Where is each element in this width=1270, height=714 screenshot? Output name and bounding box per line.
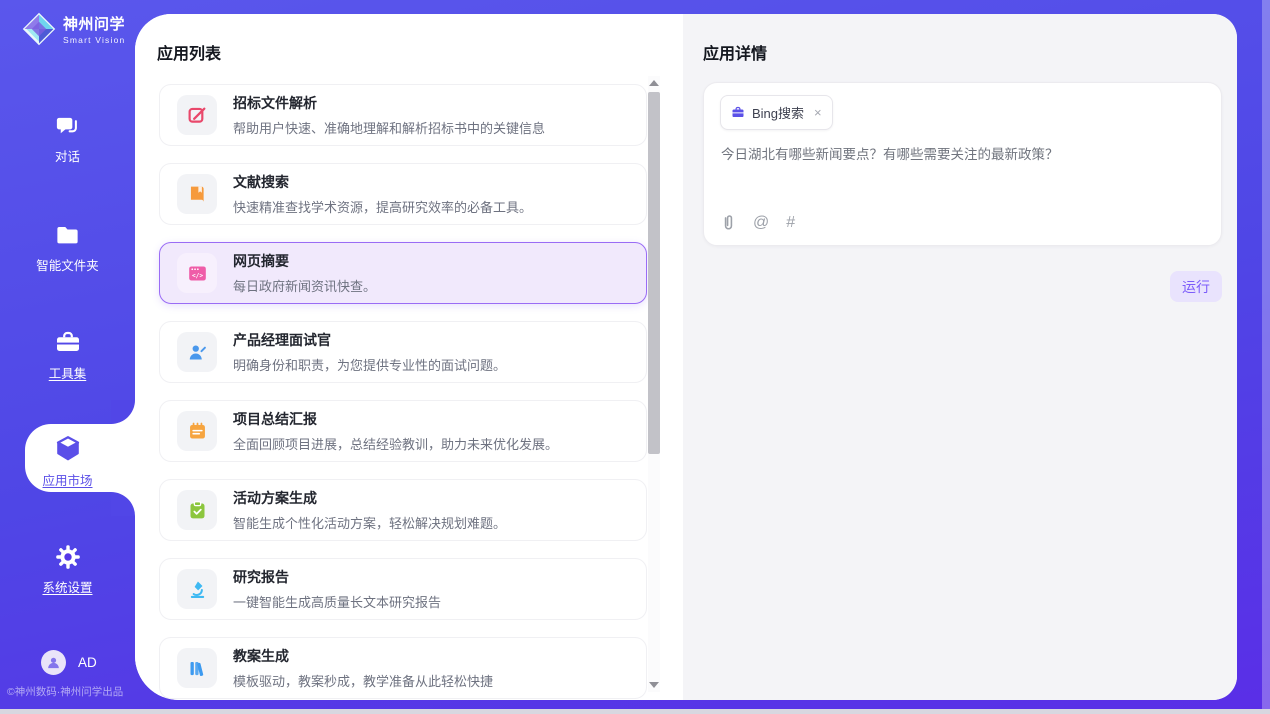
sidebar-item-label: 应用市场: [42, 470, 92, 489]
sidebar-item-app-market[interactable]: 应用市场: [0, 434, 135, 489]
edit-document-icon: [177, 95, 217, 135]
app-name: 教案生成: [233, 646, 493, 666]
app-card-research-report[interactable]: 研究报告 一键智能生成高质量长文本研究报告: [159, 558, 647, 620]
cube-icon: [53, 434, 83, 464]
page-vertical-scrollbar[interactable]: [1262, 0, 1270, 714]
app-card-event-plan[interactable]: 活动方案生成 智能生成个性化活动方案，轻松解决规划难题。: [159, 479, 647, 541]
brand-name: 神州问学: [63, 13, 125, 34]
query-input-card[interactable]: Bing搜索 × 今日湖北有哪些新闻要点？有哪些需要关注的最新政策？ @ #: [703, 82, 1222, 246]
app-desc: 帮助用户快速、准确地理解和解析招标书中的关键信息: [233, 118, 545, 137]
tool-tag-label: Bing搜索: [752, 103, 804, 122]
bubble-curve-bottom: [111, 492, 135, 516]
folder-icon: [54, 222, 81, 249]
app-card-project-summary[interactable]: 项目总结汇报 全面回顾项目进展，总结经验教训，助力未来优化发展。: [159, 400, 647, 462]
app-desc: 快速精准查找学术资源，提高研究效率的必备工具。: [233, 197, 532, 216]
book-icon: [177, 174, 217, 214]
app-name: 招标文件解析: [233, 93, 545, 113]
app-list-scrollbar[interactable]: [648, 76, 660, 692]
app-name: 产品经理面试官: [233, 330, 506, 350]
sidebar: 神州问学 Smart Vision 对话 智能文件夹: [0, 0, 135, 714]
app-list-title: 应用列表: [157, 40, 221, 64]
app-desc: 明确身份和职责，为您提供专业性的面试问题。: [233, 355, 506, 374]
clipboard-check-icon: [177, 490, 217, 530]
run-button[interactable]: 运行: [1170, 271, 1222, 302]
app-name: 文献搜索: [233, 172, 532, 192]
app-card-list: 招标文件解析 帮助用户快速、准确地理解和解析招标书中的关键信息 文献搜索 快速精…: [159, 84, 647, 700]
tool-tag-bing-search[interactable]: Bing搜索 ×: [720, 95, 833, 130]
sidebar-item-label: 智能文件夹: [36, 255, 99, 274]
sidebar-item-toolset[interactable]: 工具集: [0, 329, 135, 382]
app-name: 网页摘要: [233, 251, 376, 271]
bubble-curve-top: [111, 400, 135, 424]
query-text[interactable]: 今日湖北有哪些新闻要点？有哪些需要关注的最新政策？: [721, 145, 1205, 166]
chat-icon: [54, 113, 81, 140]
sidebar-item-label: 对话: [55, 146, 80, 165]
briefcase-icon: [54, 329, 82, 357]
scrollbar-thumb[interactable]: [648, 92, 660, 454]
sidebar-item-label: 工具集: [49, 363, 87, 382]
books-icon: [177, 648, 217, 688]
app-detail-title: 应用详情: [703, 40, 767, 64]
app-desc: 模板驱动，教案秒成，教学准备从此轻松快捷: [233, 671, 493, 690]
app-name: 活动方案生成: [233, 488, 506, 508]
interviewer-icon: [177, 332, 217, 372]
microscope-icon: [177, 569, 217, 609]
brand-tagline: Smart Vision: [63, 35, 125, 45]
app-name: 项目总结汇报: [233, 409, 558, 429]
sidebar-item-settings[interactable]: 系统设置: [0, 543, 135, 596]
tool-tag-close-icon[interactable]: ×: [814, 106, 822, 119]
page-horizontal-scrollbar[interactable]: [0, 709, 1270, 714]
hashtag-icon[interactable]: #: [786, 214, 795, 232]
input-action-icons: @ #: [721, 213, 795, 232]
webpage-code-icon: </>: [177, 253, 217, 293]
gear-icon: [54, 543, 82, 571]
app-card-pm-interviewer[interactable]: 产品经理面试官 明确身份和职责，为您提供专业性的面试问题。: [159, 321, 647, 383]
scroll-up-arrow-icon[interactable]: [649, 80, 659, 86]
avatar: [41, 650, 66, 675]
app-card-lesson-plan[interactable]: 教案生成 模板驱动，教案秒成，教学准备从此轻松快捷: [159, 637, 647, 699]
app-detail-section: 应用详情 Bing搜索 × 今日湖北有哪些新闻要点？有哪些需要关注的最新政策？: [683, 14, 1237, 700]
sidebar-item-chat[interactable]: 对话: [0, 113, 135, 165]
user-account[interactable]: AD: [41, 650, 97, 675]
app-desc: 智能生成个性化活动方案，轻松解决规划难题。: [233, 513, 506, 532]
app-name: 研究报告: [233, 567, 441, 587]
app-list-section: 应用列表 招标文件解析 帮助用户快速、准确地理解和解析招标书中的关键信息: [135, 14, 683, 700]
sidebar-item-label: 系统设置: [42, 577, 92, 596]
app-desc: 每日政府新闻资讯快查。: [233, 276, 376, 295]
app-card-literature-search[interactable]: 文献搜索 快速精准查找学术资源，提高研究效率的必备工具。: [159, 163, 647, 225]
sidebar-item-smart-folder[interactable]: 智能文件夹: [0, 222, 135, 274]
mention-icon[interactable]: @: [753, 214, 769, 232]
user-initials: AD: [78, 655, 97, 670]
brand: 神州问学 Smart Vision: [22, 12, 125, 46]
app-card-bid-parsing[interactable]: 招标文件解析 帮助用户快速、准确地理解和解析招标书中的关键信息: [159, 84, 647, 146]
summary-note-icon: [177, 411, 217, 451]
attachment-icon[interactable]: [721, 213, 736, 232]
scroll-down-arrow-icon[interactable]: [649, 682, 659, 688]
main-panel: 应用列表 招标文件解析 帮助用户快速、准确地理解和解析招标书中的关键信息: [135, 14, 1237, 700]
app-desc: 一键智能生成高质量长文本研究报告: [233, 592, 441, 611]
briefcase-icon: [731, 106, 745, 119]
app-card-webpage-summary[interactable]: </> 网页摘要 每日政府新闻资讯快查。: [159, 242, 647, 304]
brand-logo-icon: [22, 12, 56, 46]
svg-text:</>: </>: [191, 272, 202, 279]
copyright-text: ©神州数码·神州问学出品: [7, 684, 135, 699]
app-desc: 全面回顾项目进展，总结经验教训，助力未来优化发展。: [233, 434, 558, 453]
